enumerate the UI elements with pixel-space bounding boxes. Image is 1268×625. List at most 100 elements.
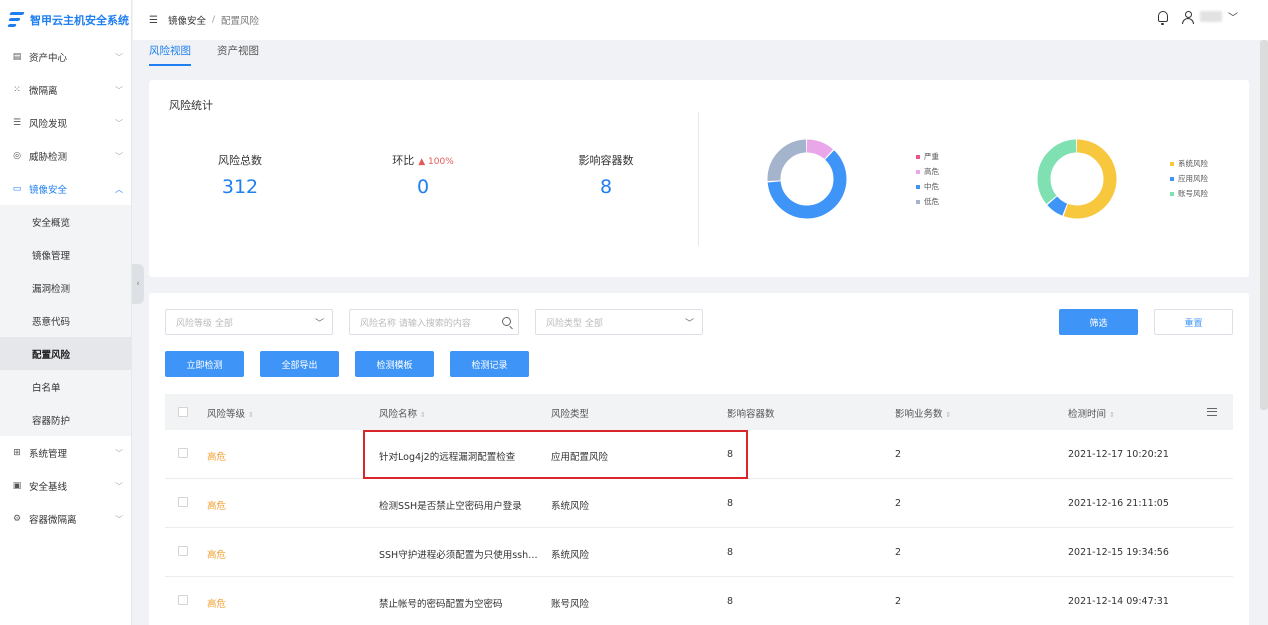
sidebar-subitem-whitelist[interactable]: 白名单 xyxy=(0,370,131,403)
search-placeholder: 风险名称 请输入搜索的内容 xyxy=(360,318,471,329)
header-actions: ﹀ xyxy=(1158,9,1238,25)
detect-records-button[interactable]: 检测记录 xyxy=(450,351,529,377)
column-header-time[interactable]: 检测时间 ⇕ xyxy=(1068,406,1115,420)
table-row[interactable]: 高危 SSH守护进程必须配置为只使用ssh… 系统风险 8 2 2021-12-… xyxy=(165,528,1233,577)
risk-level-select[interactable]: 风险等级 全部 ﹀ xyxy=(165,309,333,335)
sidebar-item-security-baseline[interactable]: ▣ 安全基线 ﹀ xyxy=(0,469,131,502)
top-header: ☰ 镜像安全 / 配置风险 ﹀ xyxy=(133,0,1268,40)
chevron-down-icon: ﹀ xyxy=(115,53,123,62)
cell-name[interactable]: 检测SSH是否禁止空密码用户登录 xyxy=(379,498,522,512)
cell-name[interactable]: 禁止帐号的密码配置为空密码 xyxy=(379,596,503,610)
legend-item: 账号风险 xyxy=(1170,186,1208,201)
sidebar-subitem-vuln-detection[interactable]: 漏洞检测 xyxy=(0,271,131,304)
sidebar-subitem-image-management[interactable]: 镜像管理 xyxy=(0,238,131,271)
cell-type: 系统风险 xyxy=(551,501,590,512)
breadcrumb: 镜像安全 / 配置风险 xyxy=(168,13,259,27)
risk-table-card: 风险等级 全部 ﹀ 风险名称 请输入搜索的内容 风险类型 全部 ﹀ 筛选 重置 … xyxy=(149,293,1249,625)
sidebar-item-system-management[interactable]: ⊞ 系统管理 ﹀ xyxy=(0,436,131,469)
sidebar: 智甲云主机安全系统 ▤ 资产中心 ﹀ ⁙ 微隔离 ﹀ ☰ 风险发现 ﹀ ◎ 威胁… xyxy=(0,0,132,625)
filter-button[interactable]: 筛选 xyxy=(1059,309,1138,335)
sidebar-subitem-container-protection[interactable]: 容器防护 xyxy=(0,403,131,436)
sidebar-item-micro-isolation[interactable]: ⁙ 微隔离 ﹀ xyxy=(0,73,131,106)
reset-button[interactable]: 重置 xyxy=(1154,309,1233,335)
legend-item: 高危 xyxy=(916,164,939,179)
severity-legend: 严重 高危 中危 低危 xyxy=(916,149,939,209)
sidebar-subitem-config-risk[interactable]: 配置风险 xyxy=(0,337,131,370)
cell-name[interactable]: SSH守护进程必须配置为只使用ssh… xyxy=(379,547,538,561)
detect-now-button[interactable]: 立即检测 xyxy=(165,351,244,377)
risk-stats-card: 风险统计 风险总数 312 环比 ▲ 100% 0 影响容器数 8 严重 高危 中危低… xyxy=(149,80,1249,277)
severity-donut-chart xyxy=(767,139,847,219)
column-header-services[interactable]: 影响业务数 ⇕ xyxy=(895,406,951,420)
app-title: 智甲云主机安全系统 xyxy=(30,14,129,27)
select-placeholder: 风险等级 全部 xyxy=(176,318,233,329)
stats-title: 风险统计 xyxy=(169,99,213,112)
cog-icon: ⚙ xyxy=(12,513,22,524)
column-settings-icon[interactable] xyxy=(1207,408,1217,416)
legend-label: 应用风险 xyxy=(1178,174,1208,183)
breadcrumb-parent[interactable]: 镜像安全 xyxy=(168,13,206,27)
menu-fold-icon[interactable]: ☰ xyxy=(149,15,158,26)
select-all-checkbox[interactable] xyxy=(178,407,188,417)
metric-value: 312 xyxy=(221,176,259,198)
user-menu[interactable]: ﹀ xyxy=(1182,9,1238,24)
legend-swatch xyxy=(1170,176,1174,181)
cell-name[interactable]: 针对Log4j2的远程漏洞配置检查 xyxy=(379,449,515,463)
metric-label: 环比 ▲ 100% xyxy=(363,152,483,168)
sort-icon: ⇕ xyxy=(1109,411,1115,419)
apps-icon: ⊞ xyxy=(13,447,21,458)
table-row[interactable]: 高危 禁止帐号的密码配置为空密码 账号风险 8 2 2021-12-14 09:… xyxy=(165,577,1233,625)
cell-containers: 8 xyxy=(727,498,734,509)
row-checkbox[interactable] xyxy=(178,595,188,605)
chevron-down-icon: ﹀ xyxy=(115,152,123,161)
column-header-name[interactable]: 风险名称 ⇕ xyxy=(379,406,426,420)
legend-label: 低危 xyxy=(924,197,939,206)
sidebar-item-risk-discovery[interactable]: ☰ 风险发现 ﹀ xyxy=(0,106,131,139)
detect-template-button[interactable]: 检测模板 xyxy=(355,351,434,377)
legend-swatch xyxy=(916,199,920,204)
table-row[interactable]: 高危 针对Log4j2的远程漏洞配置检查 应用配置风险 8 2 2021-12-… xyxy=(165,430,1233,479)
tab-asset-view[interactable]: 资产视图 xyxy=(217,43,259,66)
row-checkbox[interactable] xyxy=(178,497,188,507)
cell-time: 2021-12-17 10:20:21 xyxy=(1068,449,1169,460)
view-tabs: 风险视图 资产视图 xyxy=(149,43,259,66)
sidebar-item-threat-detection[interactable]: ◎ 威胁检测 ﹀ xyxy=(0,139,131,172)
sidebar-subitem-overview[interactable]: 安全概览 xyxy=(0,205,131,238)
tab-risk-view[interactable]: 风险视图 xyxy=(149,43,191,66)
bell-icon[interactable] xyxy=(1158,11,1168,25)
sidebar-collapse-handle[interactable]: ‹ xyxy=(132,264,144,304)
sidebar-item-container-micro-isolation[interactable]: ⚙ 容器微隔离 ﹀ xyxy=(0,502,131,535)
sort-icon: ⇕ xyxy=(945,411,952,419)
export-all-button[interactable]: 全部导出 xyxy=(260,351,339,377)
sidebar-item-label: 容器微隔离 xyxy=(29,514,77,526)
sidebar-subitem-malicious-code[interactable]: 恶意代码 xyxy=(0,304,131,337)
cell-time: 2021-12-15 19:34:56 xyxy=(1068,547,1169,558)
monitor-icon: ▣ xyxy=(12,480,22,491)
breadcrumb-current: 配置风险 xyxy=(221,16,260,27)
row-checkbox[interactable] xyxy=(178,448,188,458)
cell-containers: 8 xyxy=(727,547,734,558)
column-header-type: 风险类型 xyxy=(551,409,590,420)
metric-value: 8 xyxy=(599,176,613,198)
legend-swatch xyxy=(1170,191,1174,196)
column-header-level[interactable]: 风险等级 ⇕ xyxy=(207,406,254,420)
page-scrollbar[interactable] xyxy=(1260,40,1268,410)
metric-ratio: 环比 ▲ 100% 0 xyxy=(363,152,483,198)
cell-services: 2 xyxy=(895,498,902,509)
risk-type-select[interactable]: 风险类型 全部 ﹀ xyxy=(535,309,703,335)
legend-item: 中危 xyxy=(916,179,939,194)
sort-icon: ⇕ xyxy=(420,411,426,419)
sort-icon: ⇕ xyxy=(248,411,254,419)
sidebar-item-image-security[interactable]: ▭ 镜像安全 ︿ xyxy=(0,172,131,205)
sidebar-item-asset-center[interactable]: ▤ 资产中心 ﹀ xyxy=(0,40,131,73)
table-header: 风险等级 ⇕ 风险名称 ⇕ 风险类型 影响容器数 影响业务数 ⇕ 检测时间 ⇕ xyxy=(165,394,1233,430)
risk-name-search-input[interactable]: 风险名称 请输入搜索的内容 xyxy=(349,309,519,335)
table-row[interactable]: 高危 检测SSH是否禁止空密码用户登录 系统风险 8 2 2021-12-16 … xyxy=(165,479,1233,528)
cell-services: 2 xyxy=(895,449,902,460)
cell-type: 应用配置风险 xyxy=(551,452,609,463)
chevron-down-icon: ﹀ xyxy=(314,319,324,329)
row-checkbox[interactable] xyxy=(178,546,188,556)
metric-total-risks: 风险总数 312 xyxy=(180,152,300,198)
cell-services: 2 xyxy=(895,596,902,607)
chevron-up-icon: ︿ xyxy=(115,185,123,194)
